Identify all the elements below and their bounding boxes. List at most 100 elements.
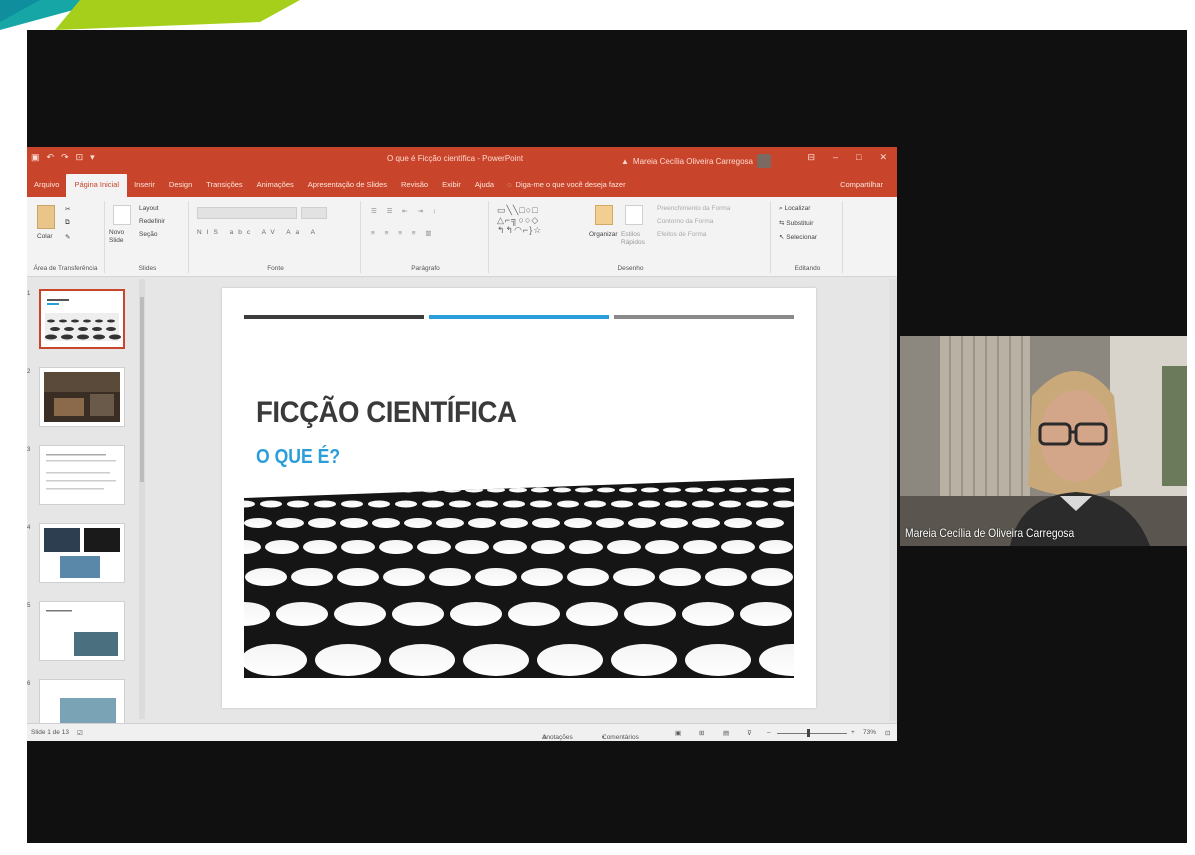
tab-insert[interactable]: Inserir xyxy=(127,180,162,197)
shape-effects-button[interactable]: Efeitos de Forma xyxy=(657,231,707,238)
close-icon[interactable]: ✕ xyxy=(879,152,887,163)
presentation-frame: ▣ ↶ ↷ ⊡ ▾ O que é Ficção científica - Po… xyxy=(0,0,1195,855)
title-bar: ▣ ↶ ↷ ⊡ ▾ O que é Ficção científica - Po… xyxy=(27,147,897,171)
redo-icon[interactable]: ↷ xyxy=(61,152,69,163)
thumb-3-preview xyxy=(46,454,116,490)
find-label: Localizar xyxy=(784,205,811,212)
lightbulb-icon: ◌ xyxy=(507,180,512,189)
align-buttons[interactable]: ≡ ≡ ≡ ≡ ▥ xyxy=(371,229,436,237)
user-name: Mareia Cecília Oliveira Carregosa xyxy=(632,156,753,166)
arrange-icon[interactable] xyxy=(595,205,613,225)
format-painter-icon[interactable]: ✎ xyxy=(65,233,70,241)
paste-button[interactable]: Colar xyxy=(37,233,53,240)
present-icon[interactable]: ⊡ xyxy=(76,152,84,163)
normal-view-icon[interactable]: ▣ xyxy=(675,729,681,737)
minimize-icon[interactable]: – xyxy=(833,152,838,163)
layout-button[interactable]: Layout xyxy=(139,205,159,212)
thumb-number: 1 xyxy=(27,291,31,297)
thumb-5-preview xyxy=(46,610,118,656)
reset-button[interactable]: Redefinir xyxy=(139,218,165,225)
tab-help[interactable]: Ajuda xyxy=(468,180,501,197)
notes-label: Anotações xyxy=(542,734,573,741)
zoom-in-icon[interactable]: + xyxy=(851,729,855,736)
zoom-out-icon[interactable]: – xyxy=(767,729,771,736)
main-scrollbar[interactable] xyxy=(889,279,897,721)
thumb-2-preview xyxy=(44,372,120,422)
thumb-number: 3 xyxy=(27,447,31,453)
slide-count: Slide 1 de 13 xyxy=(31,729,69,736)
slideshow-icon[interactable]: ⊽ xyxy=(747,729,752,737)
tab-transitions[interactable]: Transições xyxy=(199,180,249,197)
replace-button[interactable]: ⇆ Substituir xyxy=(779,219,813,227)
select-button[interactable]: ↖ Selecionar xyxy=(779,233,817,241)
undo-icon[interactable]: ↶ xyxy=(47,152,55,163)
slide-thumbnail-5[interactable] xyxy=(39,601,125,661)
font-label: Fonte xyxy=(267,265,284,272)
thumb-number: 6 xyxy=(27,681,31,687)
tab-review[interactable]: Revisão xyxy=(394,180,435,197)
font-format-buttons[interactable]: NIS abc AV Aa A xyxy=(197,229,320,236)
tab-view[interactable]: Exibir xyxy=(435,180,468,197)
zoom-level[interactable]: 73% xyxy=(863,729,876,736)
slide-sorter-icon[interactable]: ⊞ xyxy=(699,729,704,737)
paragraph-label: Parágrafo xyxy=(411,265,440,272)
maximize-icon[interactable]: □ xyxy=(856,152,861,163)
zoom-slider-knob[interactable] xyxy=(807,729,810,737)
find-button[interactable]: ⌕ Localizar xyxy=(779,205,810,213)
slide-title: FICÇÃO CIENTÍFICA xyxy=(256,396,517,429)
fit-slide-icon[interactable]: ⊡ xyxy=(885,729,890,737)
zoom-slider[interactable] xyxy=(777,733,847,734)
copy-icon[interactable]: ⧉ xyxy=(65,219,70,227)
shapes-gallery[interactable]: ▭╲╲□○□ △⌐╗○○◇ ↰↰◠⌐}☆ xyxy=(497,205,542,235)
save-icon[interactable]: ▣ xyxy=(31,152,40,163)
tab-design[interactable]: Design xyxy=(162,180,199,197)
share-button[interactable]: Compartilhar xyxy=(840,180,883,189)
shape-outline-button[interactable]: Contorno da Forma xyxy=(657,218,713,225)
corner-decoration xyxy=(0,0,300,30)
editing-label: Editando xyxy=(794,265,821,272)
participant-video: Mareia Cecília de Oliveira Carregosa xyxy=(900,336,1187,546)
tell-me-search[interactable]: ◌ Diga-me o que você deseja fazer xyxy=(501,180,632,197)
replace-label: Substituir xyxy=(786,220,814,227)
current-slide[interactable]: FICÇÃO CIENTÍFICA O QUE É? xyxy=(222,288,816,708)
slide-thumbnail-3[interactable] xyxy=(39,445,125,505)
arrange-button[interactable]: Organizar xyxy=(589,231,618,238)
thumb-4-preview xyxy=(44,528,120,578)
clipboard-label: Área de Transferência xyxy=(33,265,98,272)
participant-video-image xyxy=(900,336,1187,546)
ribbon-home: Colar ✂ ⧉ ✎ Área de Transferência Novo S… xyxy=(27,197,897,277)
tab-slideshow[interactable]: Apresentação de Slides xyxy=(301,180,394,197)
slide-bar-dark xyxy=(244,315,424,319)
cut-icon[interactable]: ✂ xyxy=(65,205,70,213)
ribbon-display-icon[interactable]: ⊟ xyxy=(807,152,815,163)
tab-animations[interactable]: Animações xyxy=(250,180,301,197)
new-slide-icon[interactable] xyxy=(113,205,131,225)
list-buttons[interactable]: ☰ ☰ ⇤ ⇥ ↕ xyxy=(371,207,440,215)
font-size-select[interactable] xyxy=(301,207,327,219)
reading-view-icon[interactable]: ▤ xyxy=(723,729,729,737)
font-name-select[interactable] xyxy=(197,207,297,219)
quick-styles-button[interactable]: Estilos Rápidos xyxy=(621,231,651,247)
editing-group: ⌕ Localizar ⇆ Substituir ↖ Selecionar Ed… xyxy=(773,201,843,273)
thumbnails-scroll-thumb[interactable] xyxy=(140,297,144,482)
participant-name: Mareia Cecília de Oliveira Carregosa xyxy=(905,526,1075,540)
tab-home[interactable]: Página Inicial xyxy=(66,174,128,197)
avatar xyxy=(756,154,771,168)
accessibility-icon[interactable]: ☑ xyxy=(77,729,83,737)
shape-fill-button[interactable]: Preenchimento da Forma xyxy=(657,205,730,212)
new-slide-button[interactable]: Novo Slide xyxy=(109,229,137,245)
chevron-down-icon[interactable]: ▾ xyxy=(90,152,95,163)
font-group: NIS abc AV Aa A Fonte xyxy=(191,201,361,273)
tab-file[interactable]: Arquivo xyxy=(27,180,66,197)
quick-styles-icon[interactable] xyxy=(625,205,643,225)
section-button[interactable]: Seção xyxy=(139,231,157,238)
slides-group: Novo Slide Layout Redefinir Seção Slides xyxy=(107,201,189,273)
user-account[interactable]: ▲ Mareia Cecília Oliveira Carregosa xyxy=(621,154,771,168)
clipboard-group: Colar ✂ ⧉ ✎ Área de Transferência xyxy=(27,201,105,273)
warning-icon: ▲ xyxy=(621,156,629,166)
thumb-1-preview xyxy=(45,299,121,341)
slide-thumbnail-2[interactable] xyxy=(39,367,125,427)
slide-thumbnail-4[interactable] xyxy=(39,523,125,583)
slide-thumbnail-1[interactable] xyxy=(39,289,125,349)
paste-icon[interactable] xyxy=(37,205,55,229)
